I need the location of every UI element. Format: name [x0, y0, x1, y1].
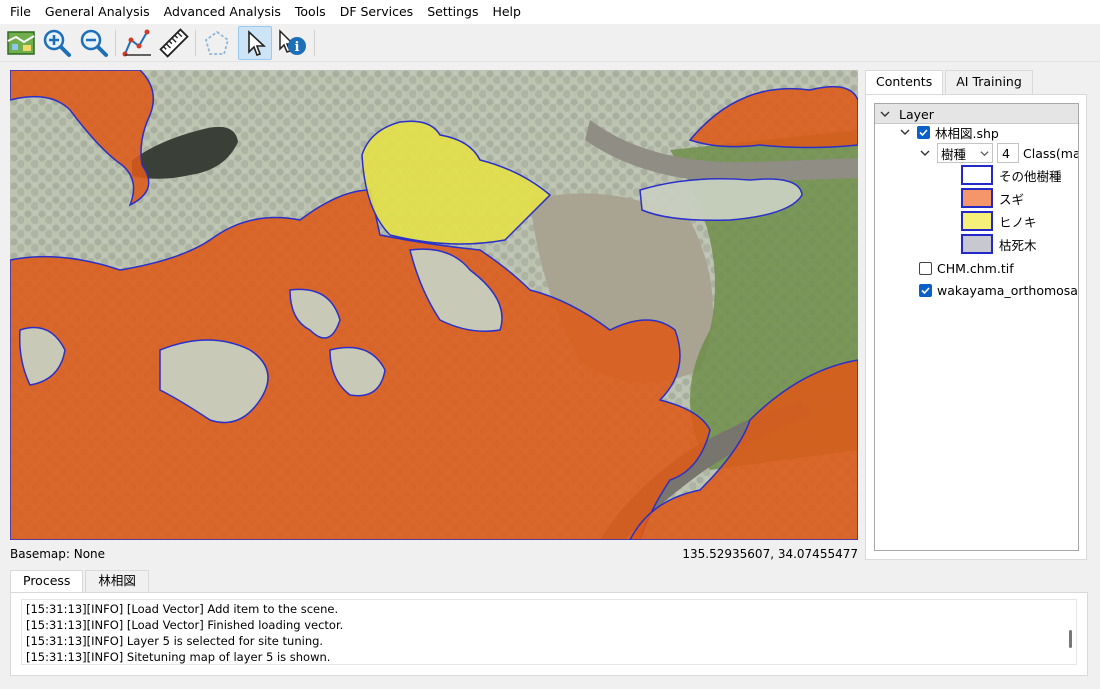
info-pointer-icon: i — [279, 29, 306, 55]
legend-swatch-hinoki[interactable] — [961, 211, 993, 231]
bottom-panel-tabs: Process 林相図 — [10, 570, 151, 592]
field-dropdown-value: 樹種 — [941, 146, 967, 162]
coordinate-readout: 135.52935607, 34.07455477 — [682, 547, 858, 561]
legend-item: スギ — [961, 187, 1024, 209]
legend-item: 枯死木 — [961, 233, 1037, 255]
map-status-bar: Basemap: None 135.52935607, 34.07455477 — [10, 546, 858, 564]
chevron-down-icon — [980, 150, 989, 156]
open-map-icon — [7, 31, 35, 55]
layer2-name: CHM.chm.tif — [937, 260, 1014, 276]
layer-tree: Layer 林相図.shp 樹種 4 Class(max その他樹種 — [874, 103, 1079, 551]
polygon-select-button[interactable] — [200, 26, 234, 60]
menu-advanced-analysis[interactable]: Advanced Analysis — [157, 0, 288, 24]
side-panel-tabs: Contents AI Training — [865, 70, 1035, 94]
field-dropdown[interactable]: 樹種 — [937, 143, 993, 163]
map-svg — [10, 70, 858, 540]
measure-area-icon — [122, 29, 151, 57]
class-max-label: Class(max — [1023, 145, 1078, 161]
legend-item: ヒノキ — [961, 210, 1037, 232]
tree-item-layer1[interactable]: 林相図.shp — [899, 121, 999, 143]
menu-df-services[interactable]: DF Services — [333, 0, 421, 24]
layer3-checkbox[interactable] — [919, 283, 932, 297]
toolbar-separator — [314, 30, 315, 56]
layer1-name: 林相図.shp — [935, 125, 999, 141]
toolbar: i — [0, 24, 1100, 62]
menu-file[interactable]: File — [3, 0, 38, 24]
tree-item-layer3[interactable]: wakayama_orthomosa... — [919, 279, 1079, 301]
measure-area-button[interactable] — [120, 26, 154, 60]
log-line: [15:31:13][INFO] Layer 5 is selected for… — [26, 634, 324, 648]
open-map-button[interactable] — [4, 26, 38, 60]
legend-label: 枯死木 — [999, 237, 1037, 253]
zoom-out-button[interactable] — [77, 26, 111, 60]
process-log-panel: [15:31:13][INFO] [Load Vector] Add item … — [10, 592, 1088, 676]
log-output[interactable]: [15:31:13][INFO] [Load Vector] Add item … — [21, 599, 1077, 665]
svg-text:i: i — [295, 40, 300, 55]
legend-swatch-sugi[interactable] — [961, 188, 993, 208]
legend-label: その他樹種 — [999, 168, 1062, 184]
toolbar-separator — [195, 30, 196, 56]
class-count-input[interactable]: 4 — [997, 143, 1019, 163]
zoom-out-icon — [80, 29, 108, 57]
legend-swatch-other[interactable] — [961, 165, 993, 185]
legend-label: ヒノキ — [999, 214, 1037, 230]
log-scrollbar[interactable] — [1069, 630, 1072, 648]
ruler-icon — [159, 28, 189, 58]
legend-swatch-dead[interactable] — [961, 234, 993, 254]
layer1-checkbox[interactable] — [917, 125, 930, 139]
menu-tools[interactable]: Tools — [288, 0, 333, 24]
layer3-name: wakayama_orthomosa... — [937, 282, 1079, 298]
layer2-checkbox[interactable] — [919, 261, 932, 275]
log-line: [15:31:13][INFO] [Load Vector] Finished … — [26, 618, 344, 632]
menu-general-analysis[interactable]: General Analysis — [38, 0, 157, 24]
tree-item-layer2[interactable]: CHM.chm.tif — [919, 257, 1014, 279]
log-line: [15:31:13][INFO] [Load Vector] Add item … — [26, 602, 339, 616]
map-canvas[interactable] — [10, 70, 858, 540]
legend-item: その他樹種 — [961, 164, 1062, 186]
pointer-button[interactable] — [238, 26, 272, 60]
tab-contents[interactable]: Contents — [865, 70, 944, 94]
tree-root-label: Layer — [899, 106, 934, 122]
tab-forest-map[interactable]: 林相図 — [85, 570, 149, 592]
menu-settings[interactable]: Settings — [420, 0, 485, 24]
contents-panel: Layer 林相図.shp 樹種 4 Class(max その他樹種 — [865, 94, 1087, 560]
basemap-label: Basemap: None — [10, 547, 106, 561]
chevron-down-icon[interactable] — [879, 108, 891, 120]
log-line: [15:31:13][INFO] Sitetuning map of layer… — [26, 650, 331, 664]
pointer-icon — [248, 30, 267, 57]
legend-label: スギ — [999, 191, 1025, 207]
zoom-in-icon — [43, 29, 71, 57]
ruler-button[interactable] — [157, 26, 191, 60]
menu-bar: File General Analysis Advanced Analysis … — [0, 0, 1100, 24]
tab-ai-training[interactable]: AI Training — [945, 70, 1033, 94]
polygon-select-icon — [204, 30, 230, 55]
chevron-down-icon[interactable] — [919, 147, 931, 159]
menu-help[interactable]: Help — [485, 0, 528, 24]
chevron-down-icon[interactable] — [899, 126, 911, 138]
info-pointer-button[interactable]: i — [275, 26, 309, 60]
tab-process[interactable]: Process — [10, 570, 84, 592]
zoom-in-button[interactable] — [40, 26, 74, 60]
tree-item-field: 樹種 4 Class(max — [919, 142, 1078, 164]
toolbar-separator — [115, 30, 116, 56]
